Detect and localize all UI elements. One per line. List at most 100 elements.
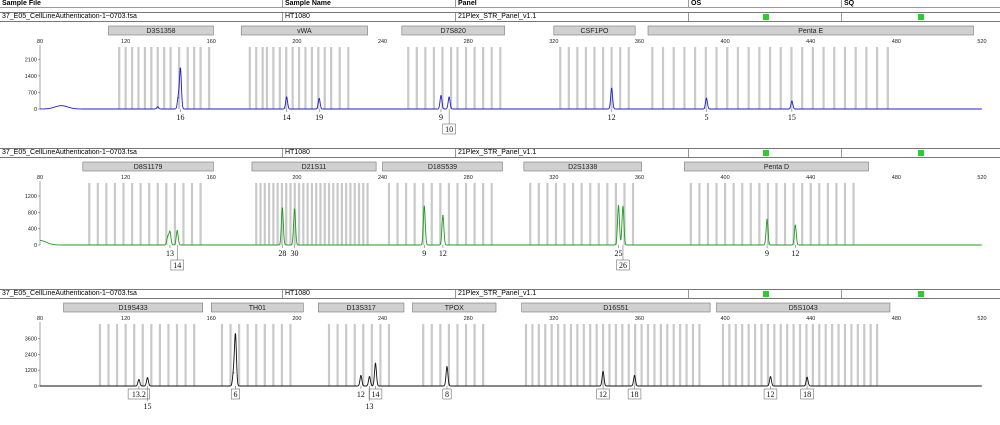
y-tick-label: 2400 bbox=[25, 352, 37, 358]
marker-label: vWA bbox=[297, 28, 312, 35]
peak-point bbox=[769, 375, 772, 378]
allele-bin bbox=[854, 47, 857, 109]
signal-trace bbox=[40, 204, 982, 246]
allele-bin bbox=[614, 324, 618, 386]
x-tick-label: 120 bbox=[121, 39, 130, 45]
allele-bin bbox=[137, 47, 140, 109]
allele-bin bbox=[133, 324, 136, 386]
allele-bin bbox=[327, 324, 331, 386]
allele-call-label: 28 bbox=[278, 249, 286, 258]
header-panel[interactable]: Panel bbox=[456, 0, 689, 8]
allele-bin bbox=[563, 183, 566, 245]
allele-bin bbox=[255, 183, 258, 245]
allele-bin bbox=[362, 324, 365, 386]
allele-call-label: 18 bbox=[631, 390, 639, 399]
allele-bin bbox=[741, 324, 744, 386]
header-os[interactable]: OS bbox=[689, 0, 842, 8]
x-tick-label: 440 bbox=[806, 39, 815, 45]
allele-bin bbox=[280, 324, 284, 386]
allele-bin bbox=[559, 47, 562, 109]
x-tick-label: 120 bbox=[121, 175, 130, 181]
y-tick-label: 700 bbox=[28, 90, 37, 96]
allele-bin bbox=[98, 324, 102, 386]
allele-bin bbox=[473, 183, 476, 245]
allele-bin bbox=[306, 183, 309, 245]
allele-bin bbox=[773, 324, 776, 386]
x-tick-label: 360 bbox=[635, 39, 644, 45]
allele-bin bbox=[529, 183, 532, 245]
allele-bin bbox=[432, 47, 436, 109]
y-tick-label: 400 bbox=[28, 227, 37, 233]
allele-bin bbox=[143, 47, 147, 109]
allele-bin bbox=[672, 47, 675, 109]
peak-point bbox=[179, 67, 182, 70]
allele-bin bbox=[608, 324, 611, 386]
allele-bin bbox=[653, 324, 656, 386]
allele-bin bbox=[379, 324, 382, 386]
allele-bin bbox=[499, 47, 502, 109]
header-sample-file[interactable]: Sample File bbox=[0, 0, 283, 8]
peak-point bbox=[234, 334, 237, 337]
allele-bin bbox=[856, 324, 859, 386]
allele-bin bbox=[255, 324, 258, 386]
allele-bin bbox=[546, 183, 549, 245]
allele-bin bbox=[319, 183, 322, 245]
peak-point bbox=[806, 376, 808, 379]
x-tick-label: 80 bbox=[37, 39, 43, 45]
allele-bin bbox=[265, 47, 269, 109]
allele-bin bbox=[576, 47, 579, 109]
sample-file-name: 37_E05_CellLineAuthentication-1~0703.fsa bbox=[0, 149, 283, 157]
allele-bin bbox=[837, 324, 840, 386]
allele-call-label: 15 bbox=[143, 402, 151, 411]
allele-bin bbox=[758, 183, 761, 245]
header-sample-name[interactable]: Sample Name bbox=[283, 0, 456, 8]
allele-bin bbox=[734, 324, 737, 386]
allele-bin bbox=[792, 324, 795, 386]
header-sq[interactable]: SQ bbox=[842, 0, 1000, 8]
os-quality-indicator bbox=[763, 291, 769, 297]
allele-bin bbox=[199, 183, 202, 245]
allele-bin bbox=[627, 324, 630, 386]
allele-bin bbox=[584, 47, 588, 109]
allele-bin bbox=[824, 324, 827, 386]
allele-bin bbox=[760, 324, 763, 386]
electropherogram-plot: D8S1179 D21S11 D18S539 D2S1338 Penta D80 120 1… bbox=[25, 161, 987, 271]
allele-bin bbox=[272, 183, 275, 245]
peak-point bbox=[138, 378, 140, 381]
marker-label: CSF1PO bbox=[580, 28, 609, 35]
allele-bin bbox=[456, 183, 459, 245]
allele-bin bbox=[640, 324, 643, 386]
peak-point bbox=[285, 96, 288, 98]
allele-bin bbox=[723, 183, 727, 245]
allele-bin bbox=[261, 47, 264, 109]
allele-bin bbox=[220, 324, 224, 386]
allele-bin bbox=[524, 324, 528, 386]
allele-bin bbox=[248, 47, 251, 109]
allele-bin bbox=[193, 324, 196, 386]
allele-bin bbox=[732, 183, 735, 245]
peak-point bbox=[318, 97, 320, 100]
peak-point bbox=[766, 218, 768, 221]
peak-point bbox=[602, 370, 604, 373]
allele-bin bbox=[593, 47, 596, 109]
allele-bin bbox=[749, 183, 752, 245]
allele-bin bbox=[167, 324, 170, 386]
x-tick-label: 200 bbox=[292, 175, 301, 181]
allele-call-label: 12 bbox=[599, 390, 607, 399]
allele-bin bbox=[619, 47, 622, 109]
allele-bin bbox=[276, 183, 279, 245]
allele-bin bbox=[597, 183, 600, 245]
allele-bin bbox=[850, 324, 853, 386]
allele-bin bbox=[715, 47, 718, 109]
allele-call-label: 16 bbox=[176, 113, 184, 122]
allele-bin bbox=[229, 324, 232, 386]
allele-bin bbox=[627, 47, 630, 109]
allele-bin bbox=[550, 324, 553, 386]
allele-bin bbox=[130, 47, 134, 109]
sample-info-row: 37_E05_CellLineAuthentication-1~0703.fsa… bbox=[0, 12, 1000, 22]
allele-bin bbox=[272, 324, 275, 386]
allele-bin bbox=[304, 47, 307, 109]
marker-label: D13S317 bbox=[347, 305, 376, 312]
allele-bin bbox=[582, 324, 585, 386]
allele-bin bbox=[139, 183, 142, 245]
